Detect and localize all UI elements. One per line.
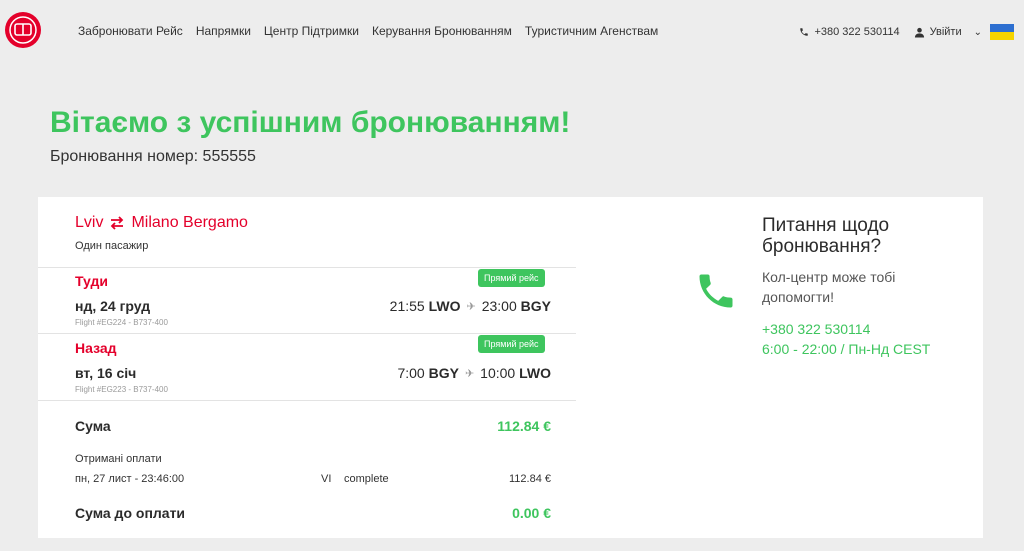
- login-button[interactable]: Увійти: [914, 26, 962, 38]
- received-payments-label: Отримані оплати: [75, 453, 162, 465]
- nav-manage-booking[interactable]: Керування Бронюванням: [372, 24, 512, 38]
- amount-due-value: 0.00 €: [512, 505, 551, 521]
- payment-date: пн, 27 лист - 23:46:00: [75, 473, 185, 485]
- main-menu: Забронювати Рейс Напрямки Центр Підтримк…: [78, 24, 658, 38]
- divider: [38, 267, 576, 268]
- payment-status: complete: [344, 473, 389, 485]
- inbound-arr-time: 10:00: [480, 365, 516, 381]
- support-panel: Питання щодо бронювання? Кол-центр може …: [762, 215, 962, 359]
- user-icon: [914, 27, 924, 38]
- inbound-dep-time: 7:00: [397, 365, 425, 381]
- support-title: Питання щодо бронювання?: [762, 215, 890, 257]
- header-phone-number: +380 322 530114: [814, 26, 900, 38]
- chevron-down-icon[interactable]: ⌄: [974, 27, 982, 38]
- swap-arrows-icon: [111, 216, 124, 230]
- nav-destinations[interactable]: Напрямки: [196, 24, 251, 38]
- destination-city: Milano Bergamo: [131, 214, 248, 231]
- inbound-times: 7:00 BGY ✈ 10:00 LWO: [397, 365, 551, 381]
- phone-icon: [800, 28, 809, 36]
- nav-support-center[interactable]: Центр Підтримки: [264, 24, 359, 38]
- divider: [38, 400, 576, 401]
- header-actions: +380 322 530114 Увійти ⌄: [799, 24, 1014, 40]
- outbound-arr-time: 23:00: [481, 298, 517, 314]
- page-title: Вітаємо з успішним бронюванням!: [50, 106, 571, 139]
- brand-logo[interactable]: [5, 12, 41, 48]
- ukraine-flag-icon[interactable]: [990, 24, 1014, 40]
- passenger-count: Один пасажир: [75, 240, 149, 252]
- outbound-date: нд, 24 груд: [75, 298, 151, 314]
- inbound-title: Назад: [75, 340, 117, 356]
- outbound-dep-time: 21:55: [389, 298, 425, 314]
- header-phone[interactable]: +380 322 530114: [799, 26, 900, 38]
- top-navigation: Забронювати Рейс Напрямки Центр Підтримк…: [0, 0, 1024, 62]
- outbound-dep-code: LWO: [428, 298, 461, 314]
- login-label: Увійти: [929, 26, 962, 38]
- nav-travel-agencies[interactable]: Туристичним Агенствам: [525, 24, 658, 38]
- nav-book-flight[interactable]: Забронювати Рейс: [78, 24, 183, 38]
- outbound-arr-code: BGY: [520, 298, 551, 314]
- divider: [38, 333, 576, 334]
- booking-number: Бронювання номер: 555555: [50, 148, 256, 165]
- outbound-times: 21:55 LWO ✈ 23:00 BGY: [390, 298, 551, 314]
- outbound-flight-info: Flight #EG224 - B737-400: [75, 318, 168, 327]
- booking-card: Lviv Milano Bergamo Один пасажир Прямий …: [38, 197, 983, 538]
- inbound-dep-code: BGY: [428, 365, 459, 381]
- direct-flight-badge: Прямий рейс: [478, 335, 545, 353]
- support-text: Кол-центр може тобі допомогти!: [762, 269, 896, 305]
- sum-value: 112.84 €: [497, 418, 551, 434]
- support-contacts: +380 322 530114 6:00 - 22:00 / Пн-Нд CES…: [762, 319, 962, 359]
- plane-icon: ✈: [464, 367, 475, 380]
- origin-city: Lviv: [75, 214, 104, 231]
- support-hours: 6:00 - 22:00 / Пн-Нд CEST: [762, 341, 931, 357]
- inbound-flight-info: Flight #EG223 - B737-400: [75, 385, 168, 394]
- inbound-arr-code: LWO: [519, 365, 551, 381]
- payment-card-type: VI: [321, 473, 332, 485]
- sum-label: Сума: [75, 418, 111, 434]
- direct-flight-badge: Прямий рейс: [478, 269, 545, 287]
- phone-icon: [694, 269, 738, 318]
- amount-due-label: Сума до оплати: [75, 505, 186, 521]
- support-phone[interactable]: +380 322 530114: [762, 319, 962, 339]
- outbound-title: Туди: [75, 273, 108, 289]
- route-title: Lviv Milano Bergamo: [75, 214, 248, 232]
- inbound-date: вт, 16 січ: [75, 365, 137, 381]
- plane-icon: ✈: [466, 300, 476, 313]
- payment-amount: 112.84 €: [508, 473, 551, 485]
